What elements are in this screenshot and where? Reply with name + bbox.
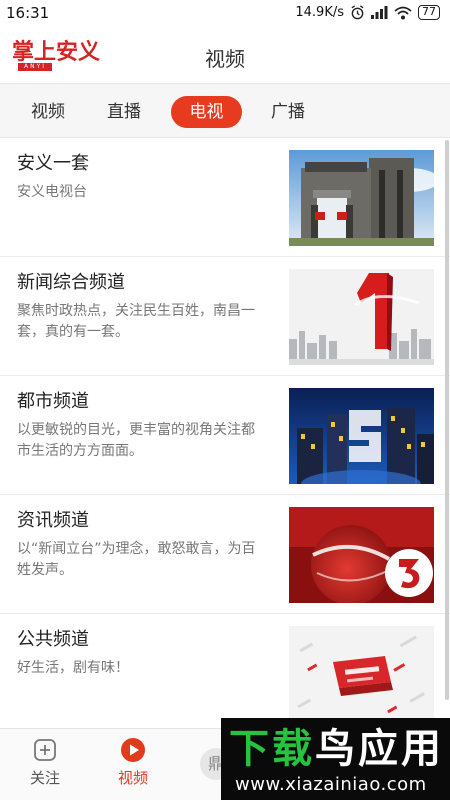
app-header: 掌上安义 ANYI 视频 <box>0 30 450 84</box>
tab-video[interactable]: 视频 <box>14 96 82 128</box>
battery-indicator: 77 <box>418 5 440 20</box>
channel-title: 公共频道 <box>17 629 89 650</box>
channel-list: 安义一套 安义电视台 新闻综合频道 聚焦时政热点，关注民生百姓，南昌一套，真的有… <box>0 138 450 728</box>
tab-live[interactable]: 直播 <box>90 96 158 128</box>
signal-icon <box>371 6 388 19</box>
watermark-url: www.xiazainiao.com <box>235 774 427 795</box>
channel-1-thumbnail <box>289 269 434 365</box>
nav-follow[interactable]: 关注 <box>10 737 80 788</box>
channel-description: 以更敏锐的目光，更丰富的视角关注都市生活的方方面面。 <box>17 422 255 459</box>
nav-video-label: 视频 <box>117 769 148 787</box>
app-logo[interactable]: 掌上安义 ANYI <box>12 39 110 75</box>
nav-follow-label: 关注 <box>29 769 60 787</box>
channel-description: 安义电视台 <box>17 184 87 200</box>
status-right: 14.9K/s 77 <box>295 5 440 20</box>
play-icon <box>121 738 145 762</box>
channel-description: 以“新闻立台”为理念，敢怒敢言，为百姓发声。 <box>17 541 256 578</box>
list-item[interactable]: 资讯频道 以“新闻立台”为理念，敢怒敢言，为百姓发声。 <box>0 495 450 614</box>
watermark: 下载鸟应用 www.xiazainiao.com <box>221 718 450 800</box>
channel-title: 新闻综合频道 <box>17 272 125 293</box>
network-speed: 14.9K/s <box>295 5 344 20</box>
list-item[interactable]: 新闻综合频道 聚焦时政热点，关注民生百姓，南昌一套，真的有一套。 <box>0 257 450 376</box>
channel-3-thumbnail <box>289 507 434 603</box>
channel-title: 安义一套 <box>17 153 89 174</box>
list-item[interactable]: 公共频道 好生活，剧有味！ <box>0 614 450 728</box>
list-scrollbar[interactable] <box>445 140 449 700</box>
follow-icon <box>34 739 56 761</box>
public-channel-thumbnail <box>289 626 434 722</box>
tab-tv[interactable]: 电视 <box>171 96 242 128</box>
tab-bar: 视频 直播 电视 广播 <box>0 84 450 138</box>
channel-description: 好生活，剧有味！ <box>17 660 129 676</box>
watermark-title: 下载鸟应用 <box>229 726 444 772</box>
channel-title: 都市频道 <box>17 391 89 412</box>
logo-text: 掌上安义 <box>12 39 101 65</box>
status-bar: 16:31 14.9K/s 77 <box>0 0 450 30</box>
logo-subtext: ANYI <box>18 63 53 71</box>
nav-video[interactable]: 视频 <box>98 737 168 788</box>
tab-radio[interactable]: 广播 <box>254 96 322 128</box>
alarm-icon <box>351 5 364 20</box>
channel-description: 聚焦时政热点，关注民生百姓，南昌一套，真的有一套。 <box>17 303 255 340</box>
wifi-icon <box>394 6 412 19</box>
list-item[interactable]: 都市频道 以更敏锐的目光，更丰富的视角关注都市生活的方方面面。 <box>0 376 450 495</box>
status-time: 16:31 <box>6 4 50 22</box>
archway-thumbnail <box>289 150 434 246</box>
list-item[interactable]: 安义一套 安义电视台 <box>0 138 450 257</box>
watermark-title-white: 鸟应用 <box>315 726 444 772</box>
channel-2-thumbnail <box>289 388 434 484</box>
channel-title: 资讯频道 <box>17 510 89 531</box>
watermark-title-green: 下载 <box>229 726 315 772</box>
